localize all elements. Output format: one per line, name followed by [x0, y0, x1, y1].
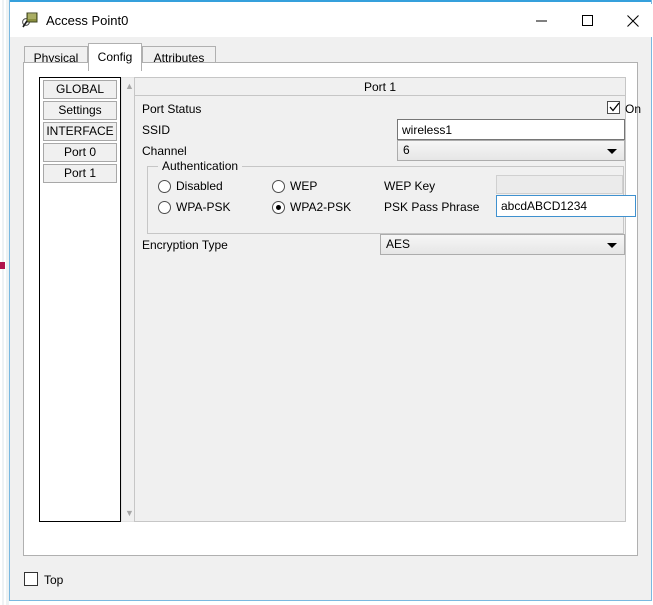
minimize-icon: [535, 20, 547, 22]
psk-pass-phrase-input[interactable]: [496, 195, 636, 217]
ssid-label: SSID: [142, 123, 171, 137]
checkmark-icon: [609, 102, 620, 112]
config-tab-page: GLOBAL Settings INTERFACE Port 0 Port 1 …: [23, 62, 641, 556]
chevron-down-icon: [607, 243, 617, 248]
port-status-label: Port Status: [142, 102, 202, 116]
sidebar-item-port-0[interactable]: Port 0: [43, 143, 117, 162]
encryption-type-value: AES: [386, 237, 411, 251]
radio-dot-icon: [158, 201, 171, 214]
port-status-on-label: On: [625, 102, 642, 116]
radio-dot-selected-icon: [272, 201, 285, 214]
port-status-checkbox[interactable]: [607, 101, 620, 114]
radio-wpa-psk-label: WPA-PSK: [176, 200, 231, 214]
window-title: Access Point0: [46, 13, 129, 28]
sidebar-item-settings[interactable]: Settings: [43, 101, 117, 120]
minimize-button[interactable]: [518, 4, 564, 37]
encryption-type-dropdown[interactable]: AES: [380, 234, 625, 255]
top-checkbox[interactable]: [24, 572, 38, 586]
sidebar-item-interface[interactable]: INTERFACE: [43, 122, 117, 141]
chevron-down-icon: [607, 149, 617, 154]
channel-label: Channel: [142, 144, 187, 158]
radio-wpa2-psk-label: WPA2-PSK: [290, 200, 352, 214]
tab-config[interactable]: Config: [88, 43, 142, 71]
wep-key-label: WEP Key: [384, 179, 436, 193]
port-panel-title: Port 1: [135, 78, 625, 96]
close-button[interactable]: [610, 4, 653, 37]
config-navigation-list: GLOBAL Settings INTERFACE Port 0 Port 1: [39, 77, 121, 522]
close-icon: [627, 14, 639, 27]
title-bar: Access Point0: [10, 2, 653, 37]
authentication-legend: Authentication: [158, 159, 243, 173]
access-point-icon: [22, 12, 39, 29]
access-point-window: Access Point0 Physical Config Attributes…: [9, 0, 653, 601]
sidebar-item-global[interactable]: GLOBAL: [43, 80, 117, 99]
radio-dot-icon: [158, 180, 171, 193]
maximize-button[interactable]: [564, 4, 610, 37]
channel-value: 6: [403, 143, 410, 157]
psk-pass-phrase-label: PSK Pass Phrase: [384, 200, 480, 214]
maximize-icon: [581, 15, 593, 26]
host-app-marker: [0, 262, 5, 269]
encryption-type-label: Encryption Type: [142, 238, 228, 252]
radio-disabled-label: Disabled: [176, 179, 223, 193]
port-settings-panel: Port 1 Port Status On SSID Channel 6 Aut…: [134, 77, 641, 522]
sidebar-item-port-1[interactable]: Port 1: [43, 164, 117, 183]
authentication-group: Authentication Disabled WEP WPA-PSK WPA2…: [147, 159, 636, 234]
host-app-stripe-left: [2, 0, 4, 605]
radio-wep-label: WEP: [290, 179, 318, 193]
radio-dot-icon: [272, 180, 285, 193]
top-checkbox-label: Top: [44, 573, 64, 587]
wep-key-input: [496, 175, 623, 194]
channel-dropdown[interactable]: 6: [397, 140, 625, 161]
ssid-input[interactable]: [397, 119, 625, 140]
